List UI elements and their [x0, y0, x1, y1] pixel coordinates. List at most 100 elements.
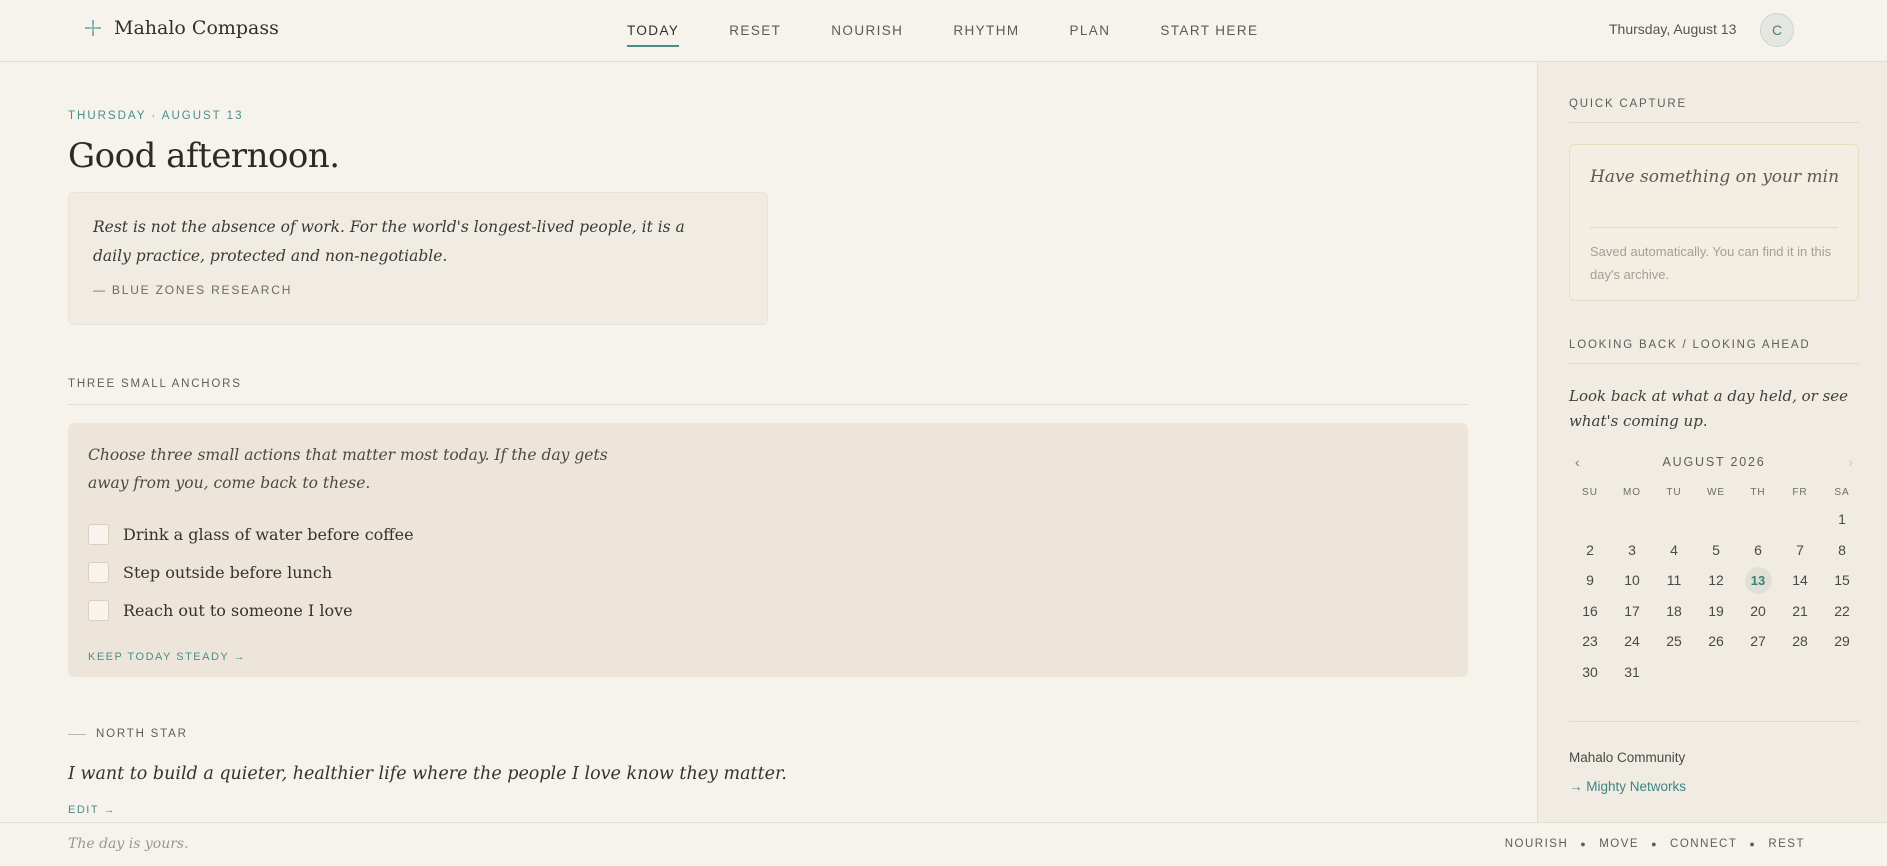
- weekday-label: SA: [1834, 487, 1850, 498]
- calendar-day[interactable]: 4: [1653, 535, 1695, 566]
- calendar-day[interactable]: 5: [1695, 535, 1737, 566]
- calendar-day[interactable]: 27: [1737, 626, 1779, 657]
- quick-capture-label: QUICK CAPTURE: [1569, 98, 1687, 110]
- calendar-day[interactable]: 22: [1821, 596, 1863, 627]
- calendar-day[interactable]: 10: [1611, 565, 1653, 596]
- anchor-list: Drink a glass of water before coffee Ste…: [88, 515, 1448, 629]
- calendar-day[interactable]: 21: [1779, 596, 1821, 627]
- calendar-day[interactable]: 9: [1569, 565, 1611, 596]
- anchor-item[interactable]: Reach out to someone I love: [88, 591, 1448, 629]
- footer-nav: NOURISH ● MOVE ● CONNECT ● REST: [1505, 838, 1805, 850]
- calendar-blank: [1737, 504, 1779, 535]
- calendar-day[interactable]: 18: [1653, 596, 1695, 627]
- top-bar: Mahalo Compass TODAY RESET NOURISH RHYTH…: [0, 0, 1887, 62]
- nav-start-here[interactable]: START HERE: [1160, 0, 1258, 62]
- calendar-day[interactable]: 29: [1821, 626, 1863, 657]
- north-star-label: NORTH STAR: [96, 728, 188, 740]
- calendar-day[interactable]: 3: [1611, 535, 1653, 566]
- divider: [1569, 122, 1859, 123]
- calendar-day[interactable]: 8: [1821, 535, 1863, 566]
- calendar-blank: [1695, 504, 1737, 535]
- mighty-networks-link[interactable]: → Mighty Networks: [1569, 779, 1686, 794]
- look-label: LOOKING BACK / LOOKING AHEAD: [1569, 339, 1811, 351]
- north-star-text: I want to build a quieter, healthier lif…: [68, 764, 787, 784]
- main-nav: TODAY RESET NOURISH RHYTHM PLAN START HE…: [627, 0, 1308, 62]
- divider: [1590, 227, 1838, 228]
- calendar-day[interactable]: 24: [1611, 626, 1653, 657]
- chevron-right-icon[interactable]: ›: [1842, 454, 1859, 470]
- separator-dot-icon: ●: [1651, 839, 1659, 849]
- nav-plan[interactable]: PLAN: [1070, 0, 1111, 62]
- weekday-label: WE: [1706, 487, 1726, 498]
- weekday-label: FR: [1792, 487, 1808, 498]
- calendar-grid: SU MO TU WE TH FR SA 1 2 3 4 5 6 7 8 9 10 11 12 13 14 15 16 17 1…: [1569, 482, 1863, 687]
- calendar-blank: [1653, 504, 1695, 535]
- footer-link-rest[interactable]: REST: [1768, 838, 1805, 850]
- footer-link-move[interactable]: MOVE: [1599, 838, 1639, 850]
- brand-name: Mahalo Compass: [114, 17, 279, 39]
- weekday-label: SU: [1582, 487, 1598, 498]
- keep-today-steady-link[interactable]: KEEP TODAY STEADY →: [88, 651, 1448, 663]
- look-text: Look back at what a day held, or see wha…: [1569, 387, 1849, 430]
- footer: The day is yours. NOURISH ● MOVE ● CONNE…: [0, 822, 1887, 866]
- quote-attribution: — BLUE ZONES RESEARCH: [93, 283, 293, 297]
- anchor-checkbox[interactable]: [88, 523, 109, 545]
- calendar-day[interactable]: 1: [1821, 504, 1863, 535]
- calendar-day[interactable]: 14: [1779, 565, 1821, 596]
- calendar-day[interactable]: 25: [1653, 626, 1695, 657]
- avatar[interactable]: C: [1760, 13, 1794, 47]
- calendar-day[interactable]: 31: [1611, 657, 1653, 688]
- edit-north-star-link[interactable]: EDIT →: [68, 804, 116, 816]
- calendar-day[interactable]: 23: [1569, 626, 1611, 657]
- footer-link-connect[interactable]: CONNECT: [1670, 838, 1737, 850]
- nav-rhythm[interactable]: RHYTHM: [953, 0, 1019, 62]
- weekday-label: TH: [1750, 487, 1766, 498]
- calendar-day[interactable]: 2: [1569, 535, 1611, 566]
- divider: [68, 733, 86, 735]
- nav-nourish[interactable]: NOURISH: [831, 0, 903, 62]
- anchor-label: Step outside before lunch: [123, 562, 333, 582]
- footer-link-nourish[interactable]: NOURISH: [1505, 838, 1569, 850]
- calendar-day[interactable]: 30: [1569, 657, 1611, 688]
- anchor-label: Drink a glass of water before coffee: [123, 524, 414, 544]
- footer-tagline: The day is yours.: [68, 836, 189, 852]
- calendar-blank: [1779, 504, 1821, 535]
- community-title: Mahalo Community: [1569, 750, 1686, 765]
- calendar-day[interactable]: 26: [1695, 626, 1737, 657]
- separator-dot-icon: ●: [1580, 839, 1588, 849]
- anchor-item[interactable]: Drink a glass of water before coffee: [88, 515, 1448, 553]
- look-heading: LOOKING BACK / LOOKING AHEAD: [1569, 339, 1859, 364]
- nav-reset[interactable]: RESET: [729, 0, 781, 62]
- calendar-blank: [1611, 504, 1653, 535]
- anchor-checkbox[interactable]: [88, 561, 109, 583]
- calendar-day[interactable]: 12: [1695, 565, 1737, 596]
- chevron-left-icon[interactable]: ‹: [1569, 454, 1586, 470]
- sidebar: QUICK CAPTURE Have something on your min…: [1537, 62, 1887, 822]
- page-title: Good afternoon.: [68, 136, 340, 176]
- weekday-label: TU: [1666, 487, 1682, 498]
- calendar-day[interactable]: 11: [1653, 565, 1695, 596]
- quick-capture-input[interactable]: Have something on your mind? Jot it down…: [1569, 144, 1859, 301]
- nav-today[interactable]: TODAY: [627, 0, 680, 62]
- calendar-header: ‹ AUGUST 2026 ›: [1569, 454, 1859, 470]
- calendar-day-today[interactable]: 13: [1737, 565, 1779, 596]
- capture-placeholder: Have something on your mind? Jot it down…: [1590, 167, 1838, 187]
- calendar-day[interactable]: 15: [1821, 565, 1863, 596]
- anchor-checkbox[interactable]: [88, 599, 109, 621]
- calendar-day[interactable]: 19: [1695, 596, 1737, 627]
- calendar-month: AUGUST 2026: [1662, 455, 1766, 469]
- date-eyebrow: THURSDAY · AUGUST 13: [68, 110, 244, 122]
- calendar-day[interactable]: 17: [1611, 596, 1653, 627]
- calendar-blank: [1569, 504, 1611, 535]
- calendar-day[interactable]: 20: [1737, 596, 1779, 627]
- calendar-day[interactable]: 28: [1779, 626, 1821, 657]
- calendar-day[interactable]: 7: [1779, 535, 1821, 566]
- divider: [68, 404, 1468, 405]
- brand[interactable]: Mahalo Compass: [84, 17, 279, 39]
- look-description: Look back at what a day held, or see wha…: [1569, 384, 1859, 434]
- anchors-intro: Choose three small actions that matter m…: [88, 446, 608, 492]
- anchor-item[interactable]: Step outside before lunch: [88, 553, 1448, 591]
- calendar-day[interactable]: 16: [1569, 596, 1611, 627]
- calendar-day[interactable]: 6: [1737, 535, 1779, 566]
- anchors-heading: THREE SMALL ANCHORS: [68, 378, 242, 390]
